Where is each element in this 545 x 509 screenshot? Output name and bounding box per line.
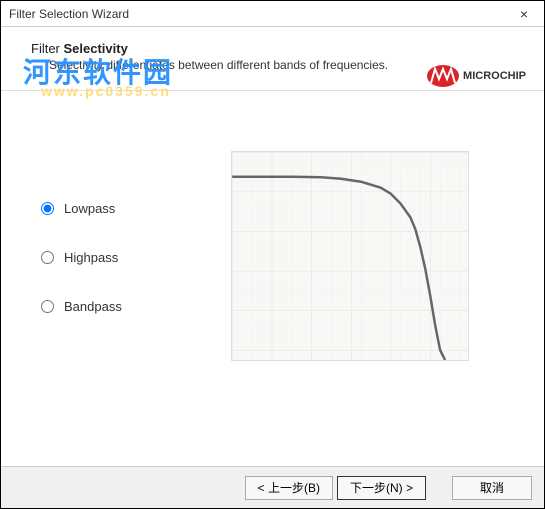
window-title: Filter Selection Wizard xyxy=(9,7,129,21)
cancel-button[interactable]: 取消 xyxy=(452,476,532,500)
filter-response-chart xyxy=(231,151,469,361)
radio-bandpass[interactable]: Bandpass xyxy=(41,299,201,314)
header-area: Filter Selectivity Selectivity different… xyxy=(1,27,544,82)
title-bold: Selectivity xyxy=(64,41,128,56)
radio-highpass-input[interactable] xyxy=(41,251,54,264)
page-description: Selectivity differentiates between diffe… xyxy=(49,58,526,72)
content-area: 河东软件园 www.pc0359.cn MICROCHIP Filter Sel… xyxy=(1,27,544,467)
radio-lowpass[interactable]: Lowpass xyxy=(41,201,201,216)
title-prefix: Filter xyxy=(31,41,64,56)
wizard-window: Filter Selection Wizard × 河东软件园 www.pc03… xyxy=(0,0,545,509)
chart-svg xyxy=(232,152,468,360)
back-button[interactable]: < 上一步(B) xyxy=(245,476,333,500)
radio-bandpass-label: Bandpass xyxy=(64,299,122,314)
radio-lowpass-label: Lowpass xyxy=(64,201,115,216)
radio-bandpass-input[interactable] xyxy=(41,300,54,313)
close-button[interactable]: × xyxy=(504,1,544,27)
radio-highpass-label: Highpass xyxy=(64,250,118,265)
main-area: Lowpass Highpass Bandpass xyxy=(1,91,544,381)
radio-highpass[interactable]: Highpass xyxy=(41,250,201,265)
footer-buttons: < 上一步(B) 下一步(N) > 取消 xyxy=(1,466,544,508)
radio-lowpass-input[interactable] xyxy=(41,202,54,215)
next-button[interactable]: 下一步(N) > xyxy=(337,476,426,500)
page-title: Filter Selectivity xyxy=(31,41,526,56)
titlebar: Filter Selection Wizard × xyxy=(1,1,544,27)
close-icon: × xyxy=(520,6,528,22)
filter-type-radio-group: Lowpass Highpass Bandpass xyxy=(41,151,201,361)
